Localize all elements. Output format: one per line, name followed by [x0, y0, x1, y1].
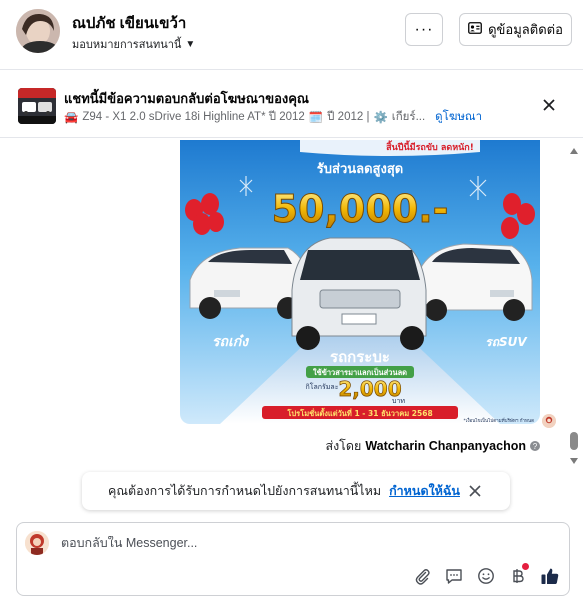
- payment-button[interactable]: [507, 563, 529, 587]
- sent-by-label: ส่งโดย: [325, 439, 362, 453]
- car-icon: 🚘: [64, 112, 79, 124]
- close-ad-banner-button[interactable]: [540, 96, 558, 114]
- attach-button[interactable]: [411, 565, 433, 587]
- chat-bubble-icon: [446, 569, 462, 584]
- dismiss-toast-button[interactable]: [468, 484, 482, 498]
- calendar-icon: 🗓️: [308, 112, 324, 124]
- ad-thumbnail[interactable]: [18, 88, 56, 124]
- page-avatar: [25, 531, 49, 555]
- assign-conversation-dropdown[interactable]: มอบหมายการสนทนานี้ ▼: [72, 35, 195, 53]
- scroll-down-arrow-icon[interactable]: [570, 458, 578, 464]
- emoji-button[interactable]: [475, 565, 497, 587]
- promo-trade-in: ใช้ข้าวสารมาแลกเป็นส่วนลด: [313, 367, 407, 377]
- thread-scrollbar[interactable]: [567, 140, 581, 470]
- smiley-icon: [478, 568, 494, 584]
- sent-by-line: ส่งโดย Watcharin Chanpanyachon ?: [325, 436, 540, 456]
- promo-right-badge: รถSUV: [485, 335, 528, 349]
- view-contact-label: ดูข้อมูลติดต่อ: [488, 22, 563, 37]
- like-button[interactable]: [539, 565, 561, 587]
- saved-replies-button[interactable]: [443, 565, 465, 587]
- scrollbar-thumb[interactable]: [570, 432, 578, 450]
- gear-icon: ⚙️: [373, 112, 388, 124]
- conversation-header: ณปภัช เขียนเขว้า มอบหมายการสนทนานี้ ▼ ··…: [0, 0, 583, 70]
- contact-card-icon: [468, 22, 482, 37]
- promo-left-badge: รถเก๋ง: [212, 334, 249, 350]
- reply-input[interactable]: [61, 536, 461, 550]
- notification-dot: [522, 563, 529, 570]
- sedan-car-illustration: [189, 247, 309, 319]
- promo-per-kg: กิโลกรัมละ: [306, 382, 339, 391]
- close-icon: [469, 485, 481, 497]
- promo-period: โปรโมชั่นตั้งแต่วันที่ 1 - 31 ธันวาคม 25…: [286, 407, 432, 418]
- suv-car-illustration: [415, 243, 533, 321]
- info-icon[interactable]: ?: [530, 441, 540, 451]
- ad-subtitle-year: ปี 2012 |: [327, 111, 370, 123]
- more-options-button[interactable]: ···: [405, 13, 443, 46]
- assign-label: มอบหมายการสนทนานี้: [72, 39, 182, 51]
- promo-headline: รับส่วนลดสูงสุด: [317, 162, 403, 177]
- view-ad-link[interactable]: ดูโฆษณา: [435, 108, 482, 126]
- message-thread: สิ้นปีนี้มีรถขับ ลดหนัก! รับส่วนลดสูงสุด…: [0, 140, 570, 520]
- promo-image-message[interactable]: สิ้นปีนี้มีรถขับ ลดหนัก! รับส่วนลดสูงสุด…: [180, 140, 540, 424]
- ad-subtitle-gear: เกียร์...: [391, 111, 426, 123]
- contact-avatar[interactable]: [16, 9, 60, 53]
- scroll-up-arrow-icon[interactable]: [570, 148, 578, 154]
- ad-banner-subtitle: 🚘 Z94 - X1 2.0 sDrive 18i Highline AT* ป…: [64, 108, 482, 126]
- ellipsis-icon: ···: [414, 20, 434, 38]
- pickup-truck-illustration: [291, 237, 427, 350]
- sender-avatar: [542, 414, 556, 428]
- promo-unit: บาท: [392, 397, 405, 405]
- reply-composer: [16, 522, 570, 596]
- close-icon: [543, 99, 555, 111]
- promo-center-badge: รถกระบะ: [330, 348, 390, 366]
- sender-name[interactable]: Watcharin Chanpanyachon: [365, 439, 526, 453]
- view-contact-button[interactable]: ดูข้อมูลติดต่อ: [459, 13, 572, 46]
- assign-prompt-text: คุณต้องการได้รับการกำหนดไปยังการสนทนานี้…: [108, 484, 382, 498]
- assign-prompt-toast: คุณต้องการได้รับการกำหนดไปยังการสนทนานี้…: [82, 472, 510, 510]
- ad-subtitle-model: Z94 - X1 2.0 sDrive 18i Highline AT* ปี …: [82, 111, 305, 123]
- caret-down-icon: ▼: [185, 38, 196, 50]
- thumbs-up-icon: [541, 568, 559, 584]
- promo-amount: 50,000.-: [272, 187, 449, 231]
- ad-reply-banner: แชทนี้มีข้อความตอบกลับต่อโฆษณาของคุณ 🚘 Z…: [0, 76, 583, 138]
- promo-artwork: สิ้นปีนี้มีรถขับ ลดหนัก! รับส่วนลดสูงสุด…: [180, 140, 540, 424]
- assign-to-me-link[interactable]: กำหนดให้ฉัน: [389, 481, 460, 501]
- ad-banner-title: แชทนี้มีข้อความตอบกลับต่อโฆษณาของคุณ: [64, 91, 309, 106]
- contact-name[interactable]: ณปภัช เขียนเขว้า: [72, 11, 186, 35]
- paperclip-icon: [415, 569, 430, 585]
